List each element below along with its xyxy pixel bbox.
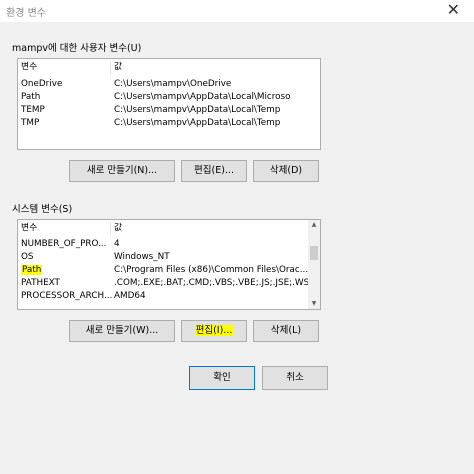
table-row[interactable]: NUMBER_OF_PRO... 4 — [18, 238, 308, 251]
cancel-button[interactable]: 취소 — [262, 366, 328, 390]
var-name: NUMBER_OF_PRO... — [21, 239, 107, 249]
var-value: Windows_NT — [114, 252, 170, 262]
column-header-name[interactable]: 변수 — [21, 222, 113, 235]
var-name: OneDrive — [21, 79, 63, 89]
ok-button[interactable]: 확인 — [189, 366, 255, 390]
system-vars-label: 시스템 변수(S) — [12, 204, 73, 215]
user-vars-list[interactable]: 변수 값 OneDrive C:\Users\mampv\OneDrive Pa… — [17, 58, 321, 150]
var-value: .COM;.EXE;.BAT;.CMD;.VBS;.VBE;.JS;.JSE;.… — [114, 278, 321, 288]
window-title: 환경 변수 — [6, 8, 46, 19]
table-row-path[interactable]: Path C:\Program Files (x86)\Common Files… — [18, 264, 308, 277]
system-vars-header: 변수 값 — [18, 222, 308, 235]
var-name: TMP — [21, 118, 40, 128]
table-row[interactable]: OneDrive C:\Users\mampv\OneDrive — [18, 78, 320, 91]
table-row[interactable]: PATHEXT .COM;.EXE;.BAT;.CMD;.VBS;.VBE;.J… — [18, 277, 320, 290]
var-value: AMD64 — [114, 291, 146, 301]
column-header-name[interactable]: 변수 — [21, 61, 113, 74]
system-vars-list[interactable]: 변수 값 NUMBER_OF_PRO... 4 OS Windows_NT Pa… — [17, 219, 321, 310]
var-name: Path — [21, 264, 113, 277]
table-row[interactable]: Path C:\Users\mampv\AppData\Local\Micros… — [18, 91, 320, 104]
var-value: 4 — [114, 239, 120, 249]
var-name: PROCESSOR_ARCH... — [21, 291, 113, 301]
table-row[interactable]: TMP C:\Users\mampv\AppData\Local\Temp — [18, 117, 320, 130]
table-row[interactable]: PROCESSOR_ARCH... AMD64 — [18, 290, 308, 303]
var-value: C:\Program Files (x86)\Common Files\Orac… — [114, 265, 309, 275]
var-name: PATHEXT — [21, 278, 60, 288]
user-vars-header: 변수 값 — [18, 61, 320, 74]
highlight-mark: Path — [21, 265, 43, 275]
scroll-up-icon[interactable]: ▲ — [308, 220, 320, 230]
user-edit-button[interactable]: 편집(E)... — [181, 160, 247, 182]
var-value: C:\Users\mampv\AppData\Local\Temp — [114, 105, 281, 115]
var-name: OS — [21, 252, 34, 262]
scroll-thumb[interactable] — [310, 246, 318, 260]
var-value: C:\Users\mampv\OneDrive — [114, 79, 232, 89]
scroll-down-icon[interactable]: ▼ — [308, 299, 320, 309]
title-bar: 환경 변수 ✕ — [0, 0, 474, 22]
var-value: C:\Users\mampv\AppData\Local\Microso — [114, 92, 291, 102]
var-name: TEMP — [21, 105, 45, 115]
column-header-value[interactable]: 값 — [114, 61, 320, 74]
highlight-mark: 편집(I)... — [194, 325, 234, 336]
table-row[interactable]: OS Windows_NT — [18, 251, 308, 264]
system-new-button[interactable]: 새로 만들기(W)... — [69, 320, 175, 342]
user-delete-button[interactable]: 삭제(D) — [253, 160, 319, 182]
var-value: C:\Users\mampv\AppData\Local\Temp — [114, 118, 281, 128]
column-header-value[interactable]: 값 — [114, 222, 320, 235]
system-delete-button[interactable]: 삭제(L) — [253, 320, 319, 342]
var-name: Path — [21, 92, 41, 102]
user-vars-label: mampv에 대한 사용자 변수(U) — [12, 43, 142, 54]
user-new-button[interactable]: 새로 만들기(N)... — [69, 160, 175, 182]
vertical-scrollbar[interactable]: ▲ ▼ — [308, 220, 320, 309]
system-edit-button[interactable]: 편집(I)... — [181, 320, 247, 342]
close-icon[interactable]: ✕ — [447, 0, 460, 19]
table-row[interactable]: TEMP C:\Users\mampv\AppData\Local\Temp — [18, 104, 320, 117]
